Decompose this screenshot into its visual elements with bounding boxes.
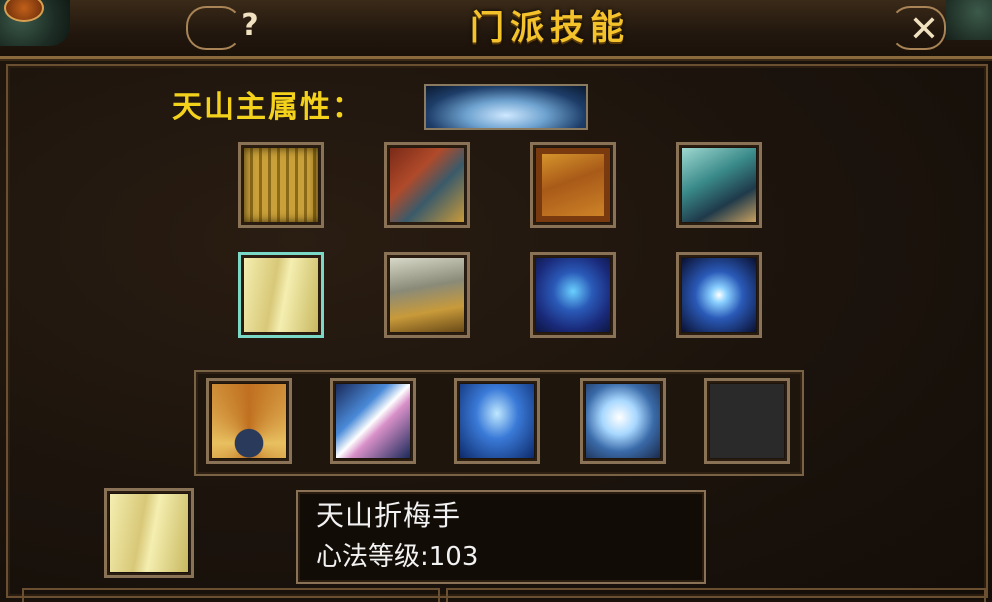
teal-book-icon [682, 148, 756, 222]
blue-talisman-icon [536, 258, 610, 332]
blossom-strike-icon [336, 384, 410, 458]
skill-slot-r2-3[interactable] [530, 252, 616, 338]
skill-window: ? 门派技能 ✕ 天山主属性： 天山折梅手 心法等级:103 [0, 0, 992, 602]
scroll-icon [244, 148, 318, 222]
selected-skill-slot[interactable] [104, 488, 194, 578]
empty-slot [710, 384, 784, 458]
galaxy-swirl-icon [682, 258, 756, 332]
red-chest-book-icon [390, 148, 464, 222]
tray-slot-4[interactable] [580, 378, 666, 464]
skill-slot-r1-1[interactable] [238, 142, 324, 228]
corner-art-right [946, 0, 992, 40]
gold-book-icon [536, 148, 610, 222]
skill-name: 天山折梅手 [316, 499, 462, 532]
tray-slot-3[interactable] [454, 378, 540, 464]
active-skill-tray [194, 370, 804, 476]
skill-slot-r1-4[interactable] [676, 142, 762, 228]
open-manual-icon [244, 258, 318, 332]
ice-palm-icon [586, 384, 660, 458]
tray-slot-2[interactable] [330, 378, 416, 464]
tray-slot-1[interactable] [206, 378, 292, 464]
blue-whirlwind-icon [460, 384, 534, 458]
skill-level: 心法等级:103 [316, 542, 479, 572]
tray-slot-5[interactable] [704, 378, 790, 464]
skill-slot-r2-2[interactable] [384, 252, 470, 338]
bound-book-icon [390, 258, 464, 332]
skill-info-box: 天山折梅手 心法等级:103 [296, 490, 706, 584]
skill-slot-r1-3[interactable] [530, 142, 616, 228]
window-title: 门派技能 [470, 8, 630, 48]
close-button[interactable]: ✕ [904, 10, 944, 50]
golden-fan-icon [212, 384, 286, 458]
skill-slot-r2-4[interactable] [676, 252, 762, 338]
main-attribute-banner [424, 84, 588, 130]
skill-slot-r2-1[interactable] [238, 252, 324, 338]
skill-slot-r1-2[interactable] [384, 142, 470, 228]
open-manual-icon [110, 494, 188, 572]
title-bar: ? 门派技能 ✕ [0, 0, 992, 59]
main-attribute-label: 天山主属性： [172, 90, 364, 125]
help-button[interactable]: ? [232, 8, 268, 44]
